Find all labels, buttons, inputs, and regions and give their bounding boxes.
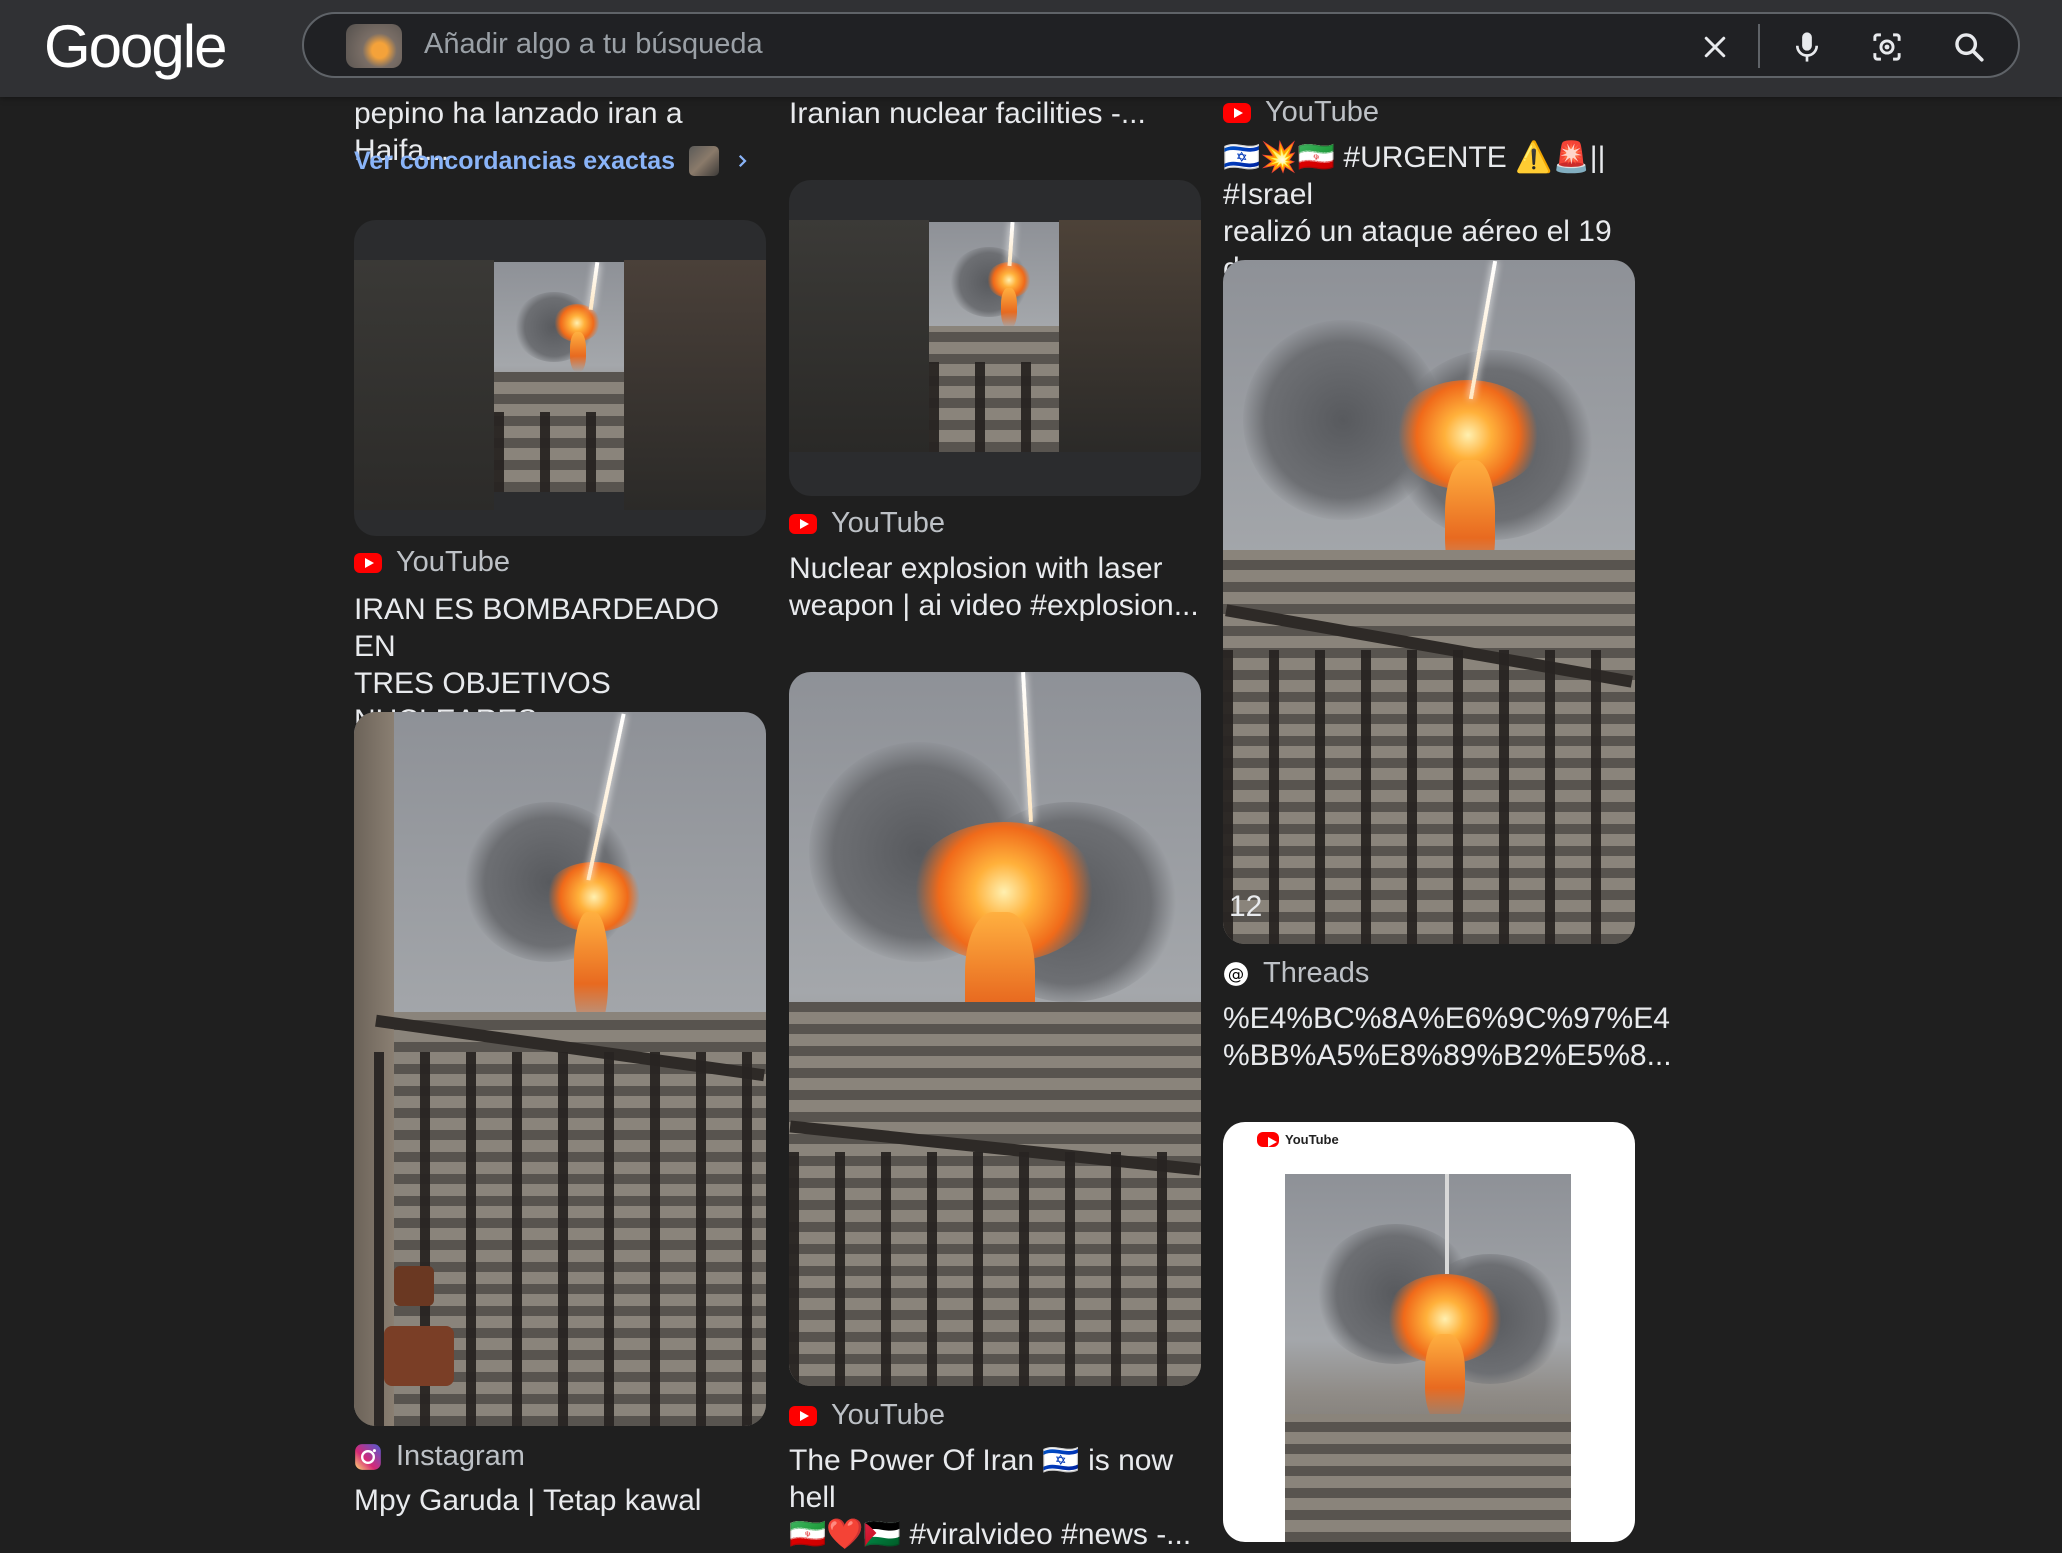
source-label: Threads	[1263, 957, 1370, 989]
svg-text:@: @	[1228, 964, 1244, 983]
search-icon[interactable]	[1950, 28, 1988, 66]
source-label: Instagram	[396, 1440, 525, 1472]
youtube-icon	[789, 1405, 817, 1426]
title-line: weapon | ai video #explosion...	[789, 589, 1199, 622]
result-title[interactable]: Iranian nuclear facilities -...	[789, 95, 1201, 132]
title-line: IRAN ES BOMBARDEADO EN	[354, 593, 720, 663]
query-image-thumbnail[interactable]	[346, 24, 402, 68]
top-bar: Google Añadir algo a tu búsqueda	[0, 0, 2062, 97]
result-source[interactable]: YouTube	[354, 546, 510, 579]
result-title[interactable]: The Power Of Iran 🇮🇱 is now hell 🇮🇷❤️🇵🇸 …	[789, 1442, 1219, 1553]
youtube-embed-header: YouTube	[1257, 1132, 1339, 1147]
result-title[interactable]: Nuclear explosion with laser weapon | ai…	[789, 550, 1201, 624]
result-source[interactable]: @ Threads	[1223, 957, 1369, 990]
title-line: Mpy Garuda | Tetap kawal	[354, 1484, 702, 1517]
image-count-badge: 12	[1229, 890, 1263, 923]
search-divider	[1758, 24, 1760, 68]
result-image[interactable]	[789, 672, 1201, 1386]
close-icon[interactable]	[1696, 28, 1734, 66]
title-line: %E4%BC%8A%E6%9C%97%E4	[1223, 1002, 1670, 1035]
youtube-icon	[1223, 102, 1251, 123]
google-logo[interactable]: Google	[44, 12, 227, 81]
source-label: YouTube	[1265, 96, 1379, 128]
result-title[interactable]: %E4%BC%8A%E6%9C%97%E4 %BB%A5%E8%89%B2%E5…	[1223, 1000, 1672, 1074]
chevron-right-icon	[738, 154, 747, 168]
result-image[interactable]	[354, 220, 766, 536]
result-image[interactable]	[789, 180, 1201, 496]
youtube-icon	[354, 552, 382, 573]
result-image[interactable]: 12	[1223, 260, 1635, 944]
source-label: YouTube	[831, 507, 945, 539]
result-source[interactable]: YouTube	[789, 507, 945, 540]
title-line: The Power Of Iran 🇮🇱 is now hell	[789, 1444, 1174, 1514]
title-line: Nuclear explosion with laser	[789, 552, 1163, 585]
result-title[interactable]: Mpy Garuda | Tetap kawal	[354, 1482, 766, 1519]
title-line: %BB%A5%E8%89%B2%E5%8...	[1223, 1039, 1672, 1072]
exact-matches-label[interactable]: Ver concordancias exactas	[354, 147, 675, 176]
title-line: 🇮🇱💥🇮🇷 #URGENTE ⚠️🚨|| #Israel	[1223, 141, 1606, 211]
result-source[interactable]: Instagram	[354, 1440, 525, 1473]
embedded-video-frame	[1285, 1174, 1571, 1542]
microphone-icon[interactable]	[1788, 28, 1826, 66]
title-line: 🇮🇷❤️🇵🇸 #viralvideo #news -...	[789, 1518, 1192, 1551]
embedded-brand: YouTube	[1285, 1132, 1339, 1147]
source-label: YouTube	[396, 546, 510, 578]
result-source[interactable]: YouTube	[789, 1399, 945, 1432]
lens-icon[interactable]	[1868, 28, 1906, 66]
search-box[interactable]: Añadir algo a tu búsqueda	[302, 12, 2020, 78]
result-image[interactable]	[354, 712, 766, 1426]
result-image[interactable]: YouTube	[1223, 1122, 1635, 1542]
result-source[interactable]: YouTube	[1223, 96, 1379, 129]
instagram-icon	[355, 1443, 381, 1470]
exact-matches-link[interactable]: Ver concordancias exactas	[354, 146, 751, 176]
threads-icon: @	[1224, 961, 1248, 986]
source-label: YouTube	[831, 1399, 945, 1431]
search-input[interactable]: Añadir algo a tu búsqueda	[424, 28, 763, 61]
youtube-icon	[789, 513, 817, 534]
exact-matches-thumbnail	[689, 146, 720, 176]
youtube-icon	[1257, 1132, 1279, 1147]
